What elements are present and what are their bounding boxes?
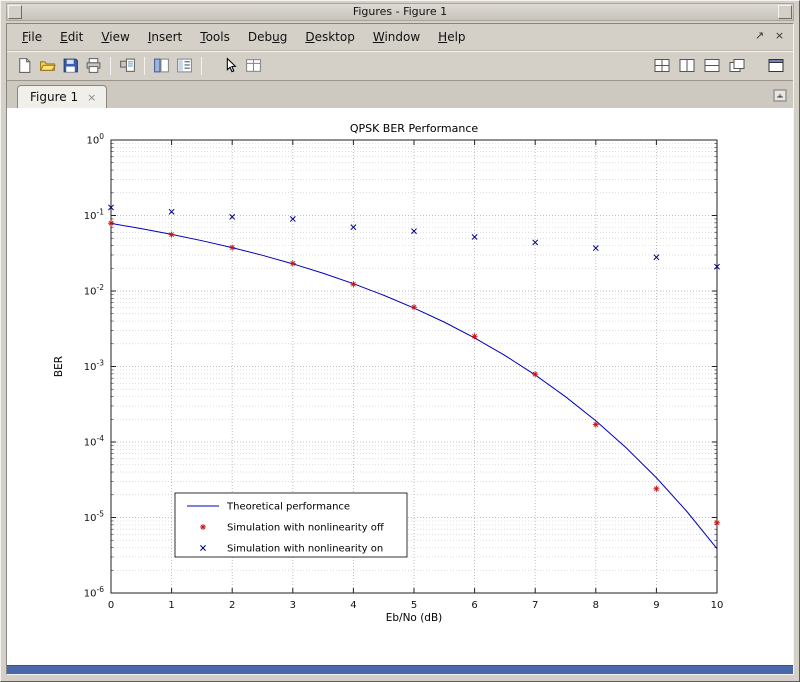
svg-text:Simulation with nonlinearity o: Simulation with nonlinearity off [227, 523, 385, 534]
toolbar-separator [144, 56, 145, 75]
window-layout-buttons [650, 54, 787, 77]
menubar: File Edit View Insert Tools Debug Desktop Windo… [7, 24, 793, 51]
tab-label: Figure 1 [30, 90, 79, 104]
menu-items: File Edit View Insert Tools Debug Desktop Windo… [13, 27, 475, 47]
figure-window: Figures - Figure 1 File Edit View Insert Too… [0, 0, 800, 682]
app-frame: File Edit View Insert Tools Debug Desktop Windo… [6, 23, 794, 675]
svg-text:QPSK BER Performance: QPSK BER Performance [350, 122, 479, 135]
menu-edit[interactable]: Edit [51, 27, 92, 47]
menu-window[interactable]: Window [364, 27, 429, 47]
titlebar[interactable]: Figures - Figure 1 [6, 3, 794, 21]
maximize-window-icon[interactable] [764, 54, 787, 77]
menu-tools[interactable]: Tools [191, 27, 239, 47]
svg-text:10-1: 10-1 [84, 208, 104, 223]
menu-file[interactable]: File [13, 27, 51, 47]
plot-browser-icon[interactable] [173, 54, 196, 77]
tile-top-bottom-icon[interactable] [700, 54, 723, 77]
window-maximize-button[interactable] [778, 5, 792, 19]
ber-chart: 0 1 2 3 4 5 6 7 8 9 10 100 10-1 10-2 10-3 10-4 10-5 10-6 Q… [53, 122, 724, 624]
print-preview-icon[interactable] [116, 54, 139, 77]
menubar-controls: ↗ × [751, 27, 788, 44]
svg-text:9: 9 [653, 600, 659, 611]
statusbar [7, 665, 793, 674]
svg-text:10-4: 10-4 [84, 434, 104, 449]
edit-plot-icon[interactable] [219, 54, 242, 77]
undock-icon[interactable]: ↗ [751, 27, 768, 44]
dock-figure-icon[interactable] [773, 87, 787, 106]
new-figure-icon[interactable] [13, 54, 36, 77]
svg-text:1: 1 [168, 600, 174, 611]
svg-text:5: 5 [411, 600, 417, 611]
menu-desktop[interactable]: Desktop [296, 27, 364, 47]
toolbar-separator [110, 56, 111, 75]
print-icon[interactable] [82, 54, 105, 77]
svg-text:Eb/No (dB): Eb/No (dB) [386, 612, 443, 624]
svg-text:Theoretical performance: Theoretical performance [226, 502, 350, 513]
svg-text:2: 2 [229, 600, 235, 611]
property-editor-icon[interactable] [242, 54, 265, 77]
svg-text:6: 6 [471, 600, 477, 611]
tabbar: Figure 1 × [7, 81, 793, 108]
svg-text:Simulation with nonlinearity o: Simulation with nonlinearity on [227, 544, 383, 555]
tile-windows-icon[interactable] [650, 54, 673, 77]
svg-text:BER: BER [53, 356, 65, 377]
menu-help[interactable]: Help [429, 27, 474, 47]
open-file-icon[interactable] [36, 54, 59, 77]
svg-text:8: 8 [593, 600, 599, 611]
tile-left-right-icon[interactable] [675, 54, 698, 77]
svg-text:100: 100 [86, 132, 104, 147]
menu-view[interactable]: View [92, 27, 138, 47]
menu-debug[interactable]: Debug [239, 27, 296, 47]
window-title: Figures - Figure 1 [352, 5, 448, 18]
figure-palette-icon[interactable] [150, 54, 173, 77]
toolbar-separator [201, 56, 202, 75]
svg-text:10-5: 10-5 [84, 510, 104, 525]
svg-text:0: 0 [108, 600, 114, 611]
toolbar [7, 51, 793, 81]
close-icon[interactable]: × [771, 27, 788, 44]
svg-text:10-2: 10-2 [84, 283, 104, 298]
tab-figure-1[interactable]: Figure 1 × [17, 85, 108, 108]
menu-insert[interactable]: Insert [139, 27, 191, 47]
svg-text:3: 3 [290, 600, 296, 611]
svg-text:7: 7 [532, 600, 538, 611]
svg-text:4: 4 [350, 600, 356, 611]
screen: Figures - Figure 1 File Edit View Insert Too… [0, 0, 800, 682]
save-icon[interactable] [59, 54, 82, 77]
svg-text:10-6: 10-6 [84, 585, 104, 600]
float-windows-icon[interactable] [725, 54, 748, 77]
tab-close-icon[interactable]: × [87, 92, 96, 103]
svg-text:10: 10 [711, 600, 724, 611]
svg-text:10-3: 10-3 [84, 359, 104, 374]
figure-canvas[interactable]: 0 1 2 3 4 5 6 7 8 9 10 100 10-1 10-2 10-3 10-4 10-5 10-6 Q… [7, 108, 793, 665]
